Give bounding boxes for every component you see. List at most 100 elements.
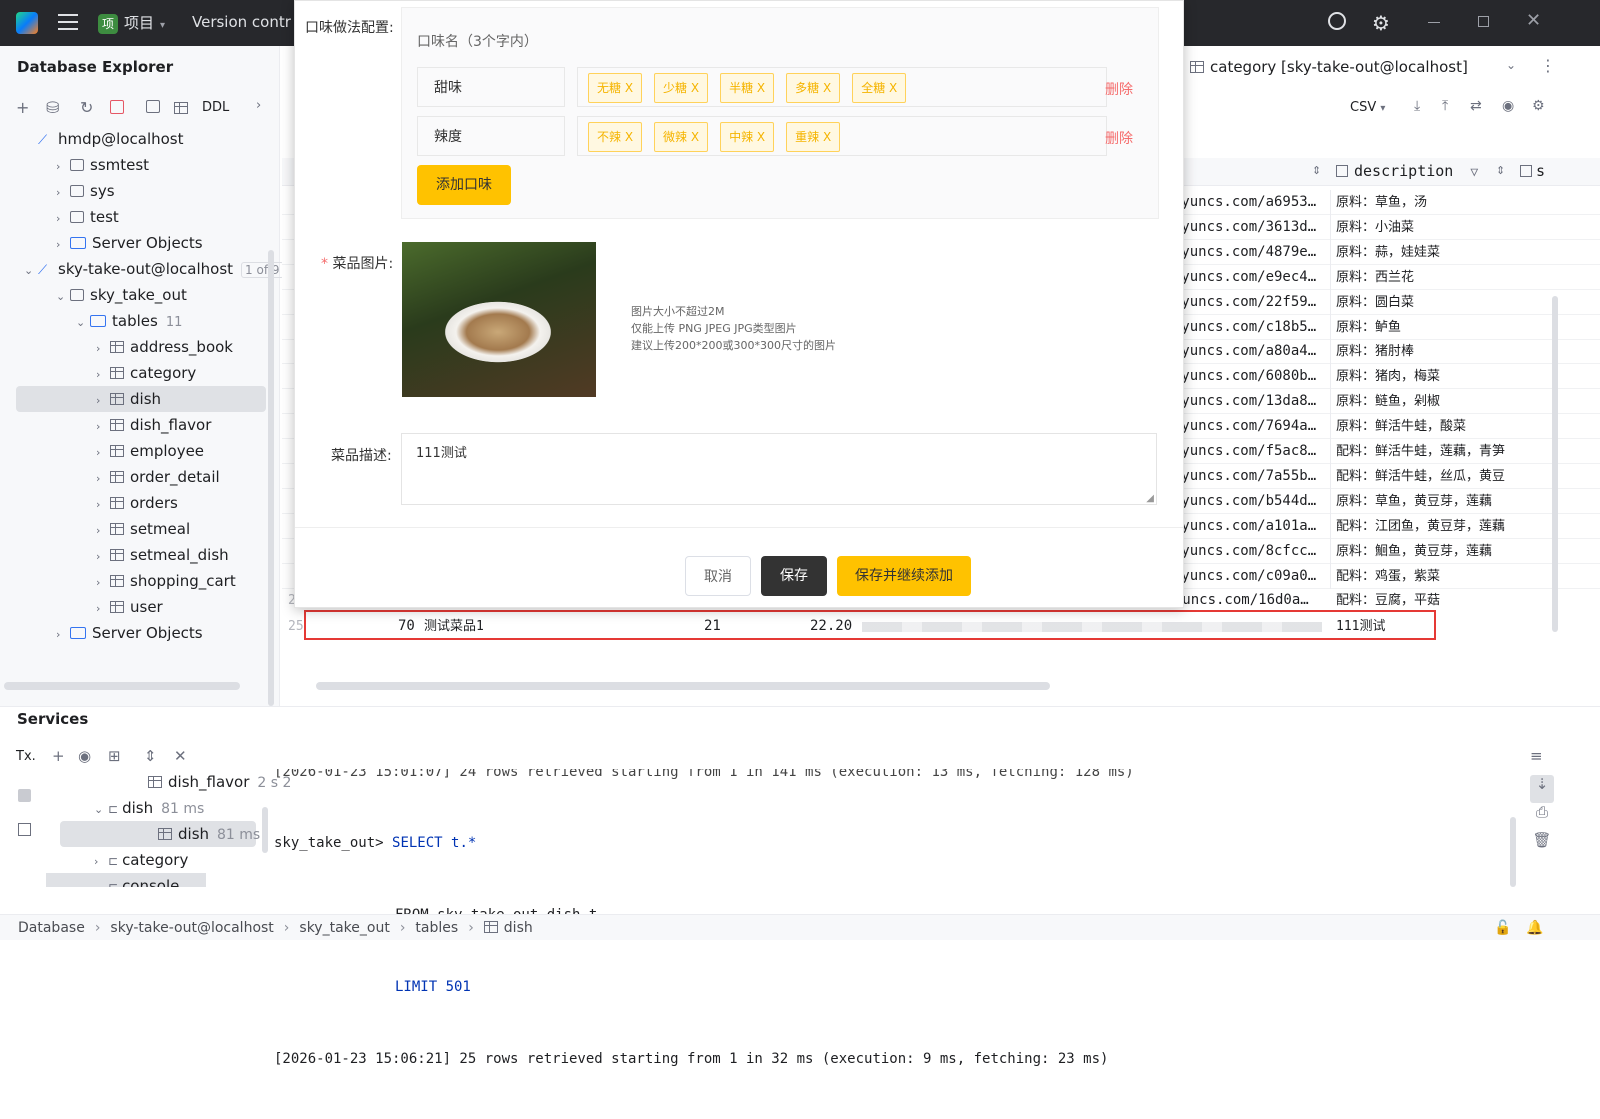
cell-description[interactable]: 原料：西兰花 xyxy=(1336,265,1506,290)
chevron-icon[interactable]: › xyxy=(56,622,70,648)
settings-gear-icon[interactable]: ⚙ xyxy=(1372,11,1390,35)
chevron-icon[interactable]: › xyxy=(96,414,110,440)
app-logo-icon[interactable] xyxy=(16,12,38,34)
trash-icon[interactable]: 🗑 xyxy=(1530,831,1554,859)
grid-vertical-scrollbar[interactable] xyxy=(1552,296,1558,632)
more-options-icon[interactable]: ⋮ xyxy=(1540,56,1556,75)
chevron-icon[interactable]: › xyxy=(56,206,70,232)
add-icon[interactable]: + xyxy=(16,98,29,117)
flavor-tag[interactable]: 重辣 X xyxy=(786,122,841,152)
console-icon[interactable] xyxy=(146,100,160,113)
table-view-icon[interactable] xyxy=(174,102,188,114)
close-icon[interactable]: ✕ xyxy=(1526,10,1541,31)
cell-description[interactable]: 配料：鲜活牛蛙，丝瓜，黄豆 xyxy=(1336,464,1506,489)
view-eye-icon[interactable]: ◉ xyxy=(1502,98,1514,114)
flavor-tag[interactable]: 无糖 X xyxy=(588,73,643,103)
lock-icon[interactable]: 🔓 xyxy=(1494,915,1511,941)
notifications-bell-icon[interactable]: 🔔 xyxy=(1526,915,1543,941)
soft-wrap-icon[interactable]: ≡ xyxy=(1530,747,1554,775)
export-format-select[interactable]: CSV ▾ xyxy=(1350,100,1385,115)
data-source-icon[interactable]: ⛁ xyxy=(46,98,59,117)
flavor-tag[interactable]: 中辣 X xyxy=(720,122,775,152)
delete-flavor-button[interactable]: 删除 xyxy=(1105,128,1133,148)
cell-description[interactable]: 原料：鲢鱼，剁椒 xyxy=(1336,389,1506,414)
chevron-icon[interactable]: ⌄ xyxy=(94,797,108,823)
tree-item[interactable]: › dish xyxy=(16,386,266,412)
search-icon[interactable] xyxy=(1328,12,1346,30)
column-header-description[interactable]: description ▽ xyxy=(1336,162,1478,180)
chevron-icon[interactable]: › xyxy=(94,849,108,875)
cell-description[interactable]: 配料：鸡蛋，紫菜 xyxy=(1336,564,1506,589)
flavor-tag[interactable]: 不辣 X xyxy=(588,122,643,152)
cell-description[interactable]: 配料：江团鱼，黄豆芽，莲藕 xyxy=(1336,514,1506,539)
services-tree-item[interactable]: dish_flavor 2 s 2 xyxy=(134,769,291,795)
flavor-name-input[interactable]: 辣度 xyxy=(417,116,565,156)
restore-icon[interactable] xyxy=(1478,16,1489,27)
chevron-icon[interactable]: ⌄ xyxy=(76,310,90,336)
tab-list-chevron-icon[interactable]: ⌄ xyxy=(1506,58,1516,72)
upload-icon[interactable]: ⤒ xyxy=(1442,98,1448,114)
chevron-icon[interactable]: › xyxy=(96,518,110,544)
project-menu[interactable]: 项项目 ▾ xyxy=(98,10,165,36)
horizontal-scrollbar[interactable] xyxy=(4,682,240,690)
flavor-tag[interactable]: 全糖 X xyxy=(852,73,907,103)
print-icon[interactable]: ⎙ xyxy=(1530,803,1554,831)
cell-description[interactable]: 原料：鲈鱼 xyxy=(1336,315,1506,340)
hamburger-menu-icon[interactable] xyxy=(58,14,78,30)
cell-description[interactable]: 原料：草鱼，汤 xyxy=(1336,190,1506,215)
chevron-icon[interactable]: › xyxy=(56,180,70,206)
dish-image[interactable] xyxy=(402,242,596,397)
chevron-icon[interactable]: › xyxy=(56,232,70,258)
expand-icon[interactable]: ⇕ xyxy=(144,747,157,765)
flavor-tag[interactable]: 少糖 X xyxy=(654,73,709,103)
flavor-tag[interactable]: 半糖 X xyxy=(720,73,775,103)
refresh-icon[interactable]: ↻ xyxy=(80,98,93,117)
scroll-to-end-icon[interactable]: ⇣ xyxy=(1530,775,1554,803)
breadcrumb-item[interactable]: tables xyxy=(415,920,458,936)
editor-tab[interactable]: category [sky-take-out@localhost] xyxy=(1190,58,1468,76)
services-tree-item[interactable]: dish 81 ms xyxy=(60,821,260,847)
chevron-icon[interactable]: › xyxy=(96,336,110,362)
add-flavor-button[interactable]: 添加口味 xyxy=(417,165,511,205)
flavor-name-input[interactable]: 甜味 xyxy=(417,67,565,107)
delete-flavor-button[interactable]: 删除 xyxy=(1105,79,1133,99)
flavor-tags-input[interactable]: 不辣 X 微辣 X 中辣 X 重辣 X xyxy=(577,116,1107,156)
sort-icon[interactable]: ⇕ xyxy=(1496,164,1505,177)
chevron-icon[interactable]: › xyxy=(96,596,110,622)
services-tree-item[interactable]: ⌄⊏console xyxy=(46,873,206,887)
cell-description[interactable]: 配料：鲜活牛蛙，莲藕，青笋 xyxy=(1336,439,1506,464)
cell-description[interactable]: 原料：小油菜 xyxy=(1336,215,1506,240)
column-header-s[interactable]: s xyxy=(1520,162,1545,180)
cell-description[interactable]: 原料：猪肘棒 xyxy=(1336,339,1506,364)
chevron-icon[interactable]: › xyxy=(96,362,110,388)
cancel-button[interactable]: 取消 xyxy=(685,556,751,596)
tx-mode-button[interactable]: Tx. xyxy=(16,749,36,764)
flavor-tags-input[interactable]: 无糖 X 少糖 X 半糖 X 多糖 X 全糖 X xyxy=(577,67,1107,107)
breadcrumb-item[interactable]: dish xyxy=(504,920,533,936)
sort-icon[interactable]: ⇕ xyxy=(1312,164,1321,177)
save-button[interactable]: 保存 xyxy=(761,556,827,596)
collapse-icon[interactable]: ✕ xyxy=(174,747,187,765)
save-and-continue-button[interactable]: 保存并继续添加 xyxy=(837,556,971,596)
vertical-scrollbar[interactable] xyxy=(268,250,274,706)
chevron-icon[interactable]: ⌄ xyxy=(24,258,38,284)
eye-icon[interactable]: ◉ xyxy=(78,747,91,765)
chevron-icon[interactable]: › xyxy=(56,154,70,180)
cell-description[interactable]: 原料：蒜，娃娃菜 xyxy=(1336,240,1506,265)
download-icon[interactable]: ⤓ xyxy=(1414,98,1420,114)
disconnect-icon[interactable] xyxy=(110,100,124,114)
ddl-button[interactable]: DDL xyxy=(202,100,229,115)
chevron-icon[interactable]: › xyxy=(96,388,110,414)
services-tree-scrollbar[interactable] xyxy=(262,807,268,853)
grid-settings-icon[interactable]: ⚙ xyxy=(1532,98,1545,114)
compare-icon[interactable]: ⇄ xyxy=(1470,98,1482,114)
filter-icon[interactable]: ▽ xyxy=(1470,165,1478,180)
breadcrumb-item[interactable]: sky-take-out@localhost xyxy=(110,920,273,936)
chevron-icon[interactable]: › xyxy=(96,440,110,466)
chevron-icon[interactable]: ⌄ xyxy=(56,284,70,310)
cell-description[interactable]: 原料：草鱼，黄豆芽，莲藕 xyxy=(1336,489,1506,514)
cell-description[interactable]: 原料：圆白菜 xyxy=(1336,290,1506,315)
chevron-icon[interactable]: › xyxy=(96,466,110,492)
description-textarea[interactable]: 111测试 ◢ xyxy=(401,433,1157,505)
flavor-tag[interactable]: 多糖 X xyxy=(786,73,841,103)
